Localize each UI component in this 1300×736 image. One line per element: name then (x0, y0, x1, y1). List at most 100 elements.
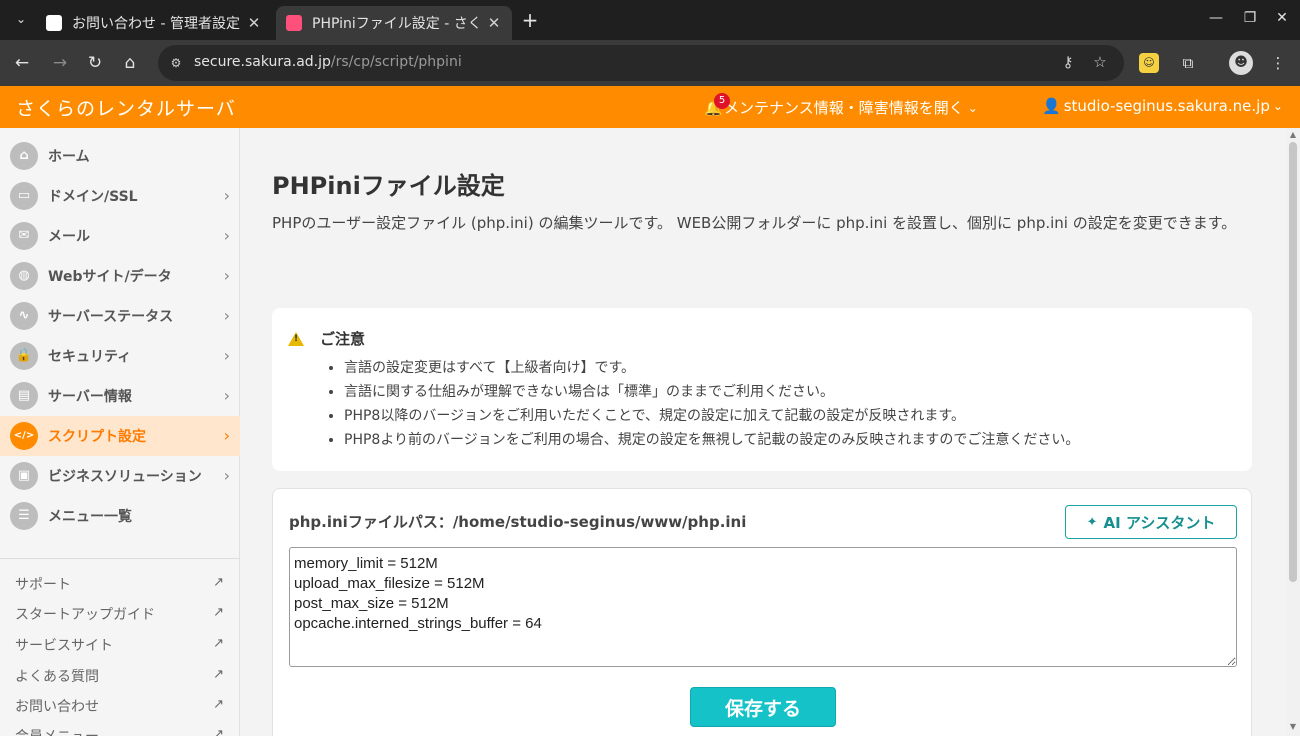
chevron-right-icon: › (223, 226, 230, 245)
page-title: PHPiniファイル設定 (272, 172, 505, 200)
extensions-puzzle-icon[interactable]: ⧉ (1176, 51, 1200, 75)
chart-icon: ∿ (10, 302, 38, 330)
sidebar-link-service-site[interactable]: サービスサイト ↗ (0, 631, 240, 659)
phpini-textarea[interactable]: memory_limit = 512M upload_max_filesize … (289, 547, 1237, 667)
sidebar-item-domain[interactable]: ▭ ドメイン/SSL › (0, 176, 240, 216)
chevron-right-icon: › (223, 306, 230, 325)
sidebar-divider (0, 558, 240, 559)
external-link-icon: ↗ (213, 667, 224, 682)
tab-phpini[interactable]: PHPiniファイル設定 - さくら ✕ (276, 6, 512, 40)
user-icon: 👤 (1042, 97, 1061, 115)
account-menu[interactable]: 👤 studio-seginus.sakura.ne.jp ⌄ (1042, 97, 1283, 115)
extension-icon[interactable]: ☺ (1139, 53, 1159, 73)
sidebar-item-label: メニュー一覧 (48, 509, 132, 525)
maintenance-toggle[interactable]: 🔔 5 メンテナンス情報・障害情報を開く ⌄ (704, 92, 978, 118)
sidebar-item-menu-list[interactable]: ☰ メニュー一覧 (0, 496, 240, 536)
back-icon[interactable]: ← (10, 51, 34, 75)
sidebar-link-contact[interactable]: お問い合わせ ↗ (0, 692, 240, 720)
sparkle-icon: ✦ (1086, 514, 1098, 530)
address-bar[interactable]: ⚙ secure.sakura.ad.jp/rs/cp/script/phpin… (158, 45, 1124, 81)
sidebar-link-support[interactable]: サポート ↗ (0, 570, 240, 598)
ai-button-label: AI アシスタント (1103, 513, 1216, 532)
sidebar-link-member-menu[interactable]: 会員メニュー ↗ (0, 722, 240, 736)
scroll-thumb[interactable] (1289, 142, 1297, 582)
main-content: PHPiniファイル設定 PHPのユーザー設定ファイル (php.ini) の編… (240, 128, 1286, 736)
link-label: よくある質問 (15, 669, 99, 685)
sidebar-item-label: スクリプト設定 (48, 429, 146, 445)
chevron-right-icon: › (223, 346, 230, 365)
menu-dots-icon[interactable]: ⋮ (1266, 51, 1290, 75)
minimize-icon[interactable]: — (1206, 10, 1226, 26)
scroll-up-icon[interactable]: ▲ (1286, 130, 1300, 139)
sidebar-item-mail[interactable]: ✉ メール › (0, 216, 240, 256)
list-item: PHP8以降のバージョンをご利用いただくことで、規定の設定に加えて記載の設定が反… (344, 404, 1079, 428)
notice-box: ! ご注意 言語の設定変更はすべて【上級者向け】です。 言語に関する仕組みが理解… (272, 308, 1252, 471)
external-link-icon: ↗ (213, 636, 224, 651)
sidebar-item-label: ホーム (48, 149, 90, 165)
lock-icon: 🔒 (10, 342, 38, 370)
maintenance-label: メンテナンス情報・障害情報を開く (724, 99, 964, 117)
restore-icon[interactable]: ❐ (1240, 10, 1260, 26)
notice-list: 言語の設定変更はすべて【上級者向け】です。 言語に関する仕組みが理解できない場合… (326, 356, 1079, 452)
bell-icon: 🔔 5 (704, 92, 730, 117)
external-link-icon: ↗ (213, 575, 224, 590)
list-item: 言語の設定変更はすべて【上級者向け】です。 (344, 356, 1079, 380)
list-item: PHP8より前のバージョンをご利用の場合、規定の設定を無視して記載の設定のみ反映… (344, 428, 1079, 452)
tab-title: お問い合わせ - 管理者設定 (72, 16, 240, 32)
bookmark-star-icon[interactable]: ☆ (1090, 53, 1110, 71)
sidebar-item-security[interactable]: 🔒 セキュリティ › (0, 336, 240, 376)
browser-toolbar: ← → ↻ ⌂ ⚙ secure.sakura.ad.jp/rs/cp/scri… (0, 40, 1300, 86)
favicon-icon (46, 15, 62, 31)
close-tab-icon[interactable]: ✕ (246, 14, 262, 32)
sidebar-item-business[interactable]: ▣ ビジネスソリューション › (0, 456, 240, 496)
tab-inquiry[interactable]: お問い合わせ - 管理者設定 ✕ (36, 6, 272, 40)
external-link-icon: ↗ (213, 697, 224, 712)
notice-heading: ! ご注意 (288, 328, 365, 349)
sidebar-item-label: サーバーステータス (48, 309, 174, 325)
home-icon[interactable]: ⌂ (118, 51, 142, 75)
new-tab-icon[interactable]: + (518, 9, 542, 33)
globe-icon: ◍ (10, 262, 38, 290)
sidebar-item-website[interactable]: ◍ Webサイト/データ › (0, 256, 240, 296)
close-tab-icon[interactable]: ✕ (486, 14, 502, 32)
sidebar-item-home[interactable]: ⌂ ホーム (0, 136, 240, 176)
site-info-icon[interactable]: ⚙ (166, 53, 186, 73)
browser-tab-bar: ⌄ お問い合わせ - 管理者設定 ✕ PHPiniファイル設定 - さくら ✕ … (0, 0, 1300, 40)
chevron-right-icon: › (223, 266, 230, 285)
home-icon: ⌂ (10, 142, 38, 170)
key-icon[interactable]: ⚷ (1058, 53, 1078, 71)
external-link-icon: ↗ (213, 605, 224, 620)
forward-icon[interactable]: → (48, 51, 72, 75)
building-icon: ▣ (10, 462, 38, 490)
sidebar: ⌂ ホーム ▭ ドメイン/SSL › ✉ メール › ◍ Webサイト/データ … (0, 128, 240, 736)
scroll-down-icon[interactable]: ▼ (1286, 722, 1300, 731)
link-label: 会員メニュー (15, 726, 99, 736)
domain-icon: ▭ (10, 182, 38, 210)
sidebar-link-faq[interactable]: よくある質問 ↗ (0, 662, 240, 690)
window-close-icon[interactable]: ✕ (1272, 10, 1292, 26)
sidebar-item-server-info[interactable]: ▤ サーバー情報 › (0, 376, 240, 416)
chevron-down-icon: ⌄ (967, 100, 978, 115)
reload-icon[interactable]: ↻ (83, 51, 107, 75)
sidebar-item-server-status[interactable]: ∿ サーバーステータス › (0, 296, 240, 336)
sidebar-link-startup-guide[interactable]: スタートアップガイド ↗ (0, 600, 240, 628)
brand-logo[interactable]: さくらのレンタルサーバ (16, 94, 236, 121)
save-button[interactable]: 保存する (690, 687, 836, 727)
page-scrollbar[interactable]: ▲ ▼ (1286, 128, 1300, 736)
tab-title: PHPiniファイル設定 - さくら (312, 16, 480, 32)
sidebar-item-label: ドメイン/SSL (48, 189, 138, 205)
notification-badge: 5 (714, 92, 730, 109)
link-label: サービスサイト (15, 638, 113, 654)
chevron-right-icon: › (223, 466, 230, 485)
site-header: さくらのレンタルサーバ 🔔 5 メンテナンス情報・障害情報を開く ⌄ 👤 stud… (0, 86, 1300, 128)
ai-assistant-button[interactable]: ✦ AI アシスタント (1065, 505, 1237, 539)
tab-search-icon[interactable]: ⌄ (10, 8, 32, 30)
file-path-label: php.iniファイルパス：/home/studio-seginus/www/p… (289, 513, 747, 531)
profile-avatar[interactable]: ☻ (1229, 51, 1253, 75)
list-icon: ☰ (10, 502, 38, 530)
link-label: スタートアップガイド (15, 607, 155, 623)
notice-heading-text: ご注意 (320, 330, 366, 348)
sidebar-item-script[interactable]: </> スクリプト設定 › (0, 416, 240, 456)
phpini-editor-card: php.iniファイルパス：/home/studio-seginus/www/p… (272, 488, 1252, 736)
warning-icon: ! (288, 331, 304, 346)
